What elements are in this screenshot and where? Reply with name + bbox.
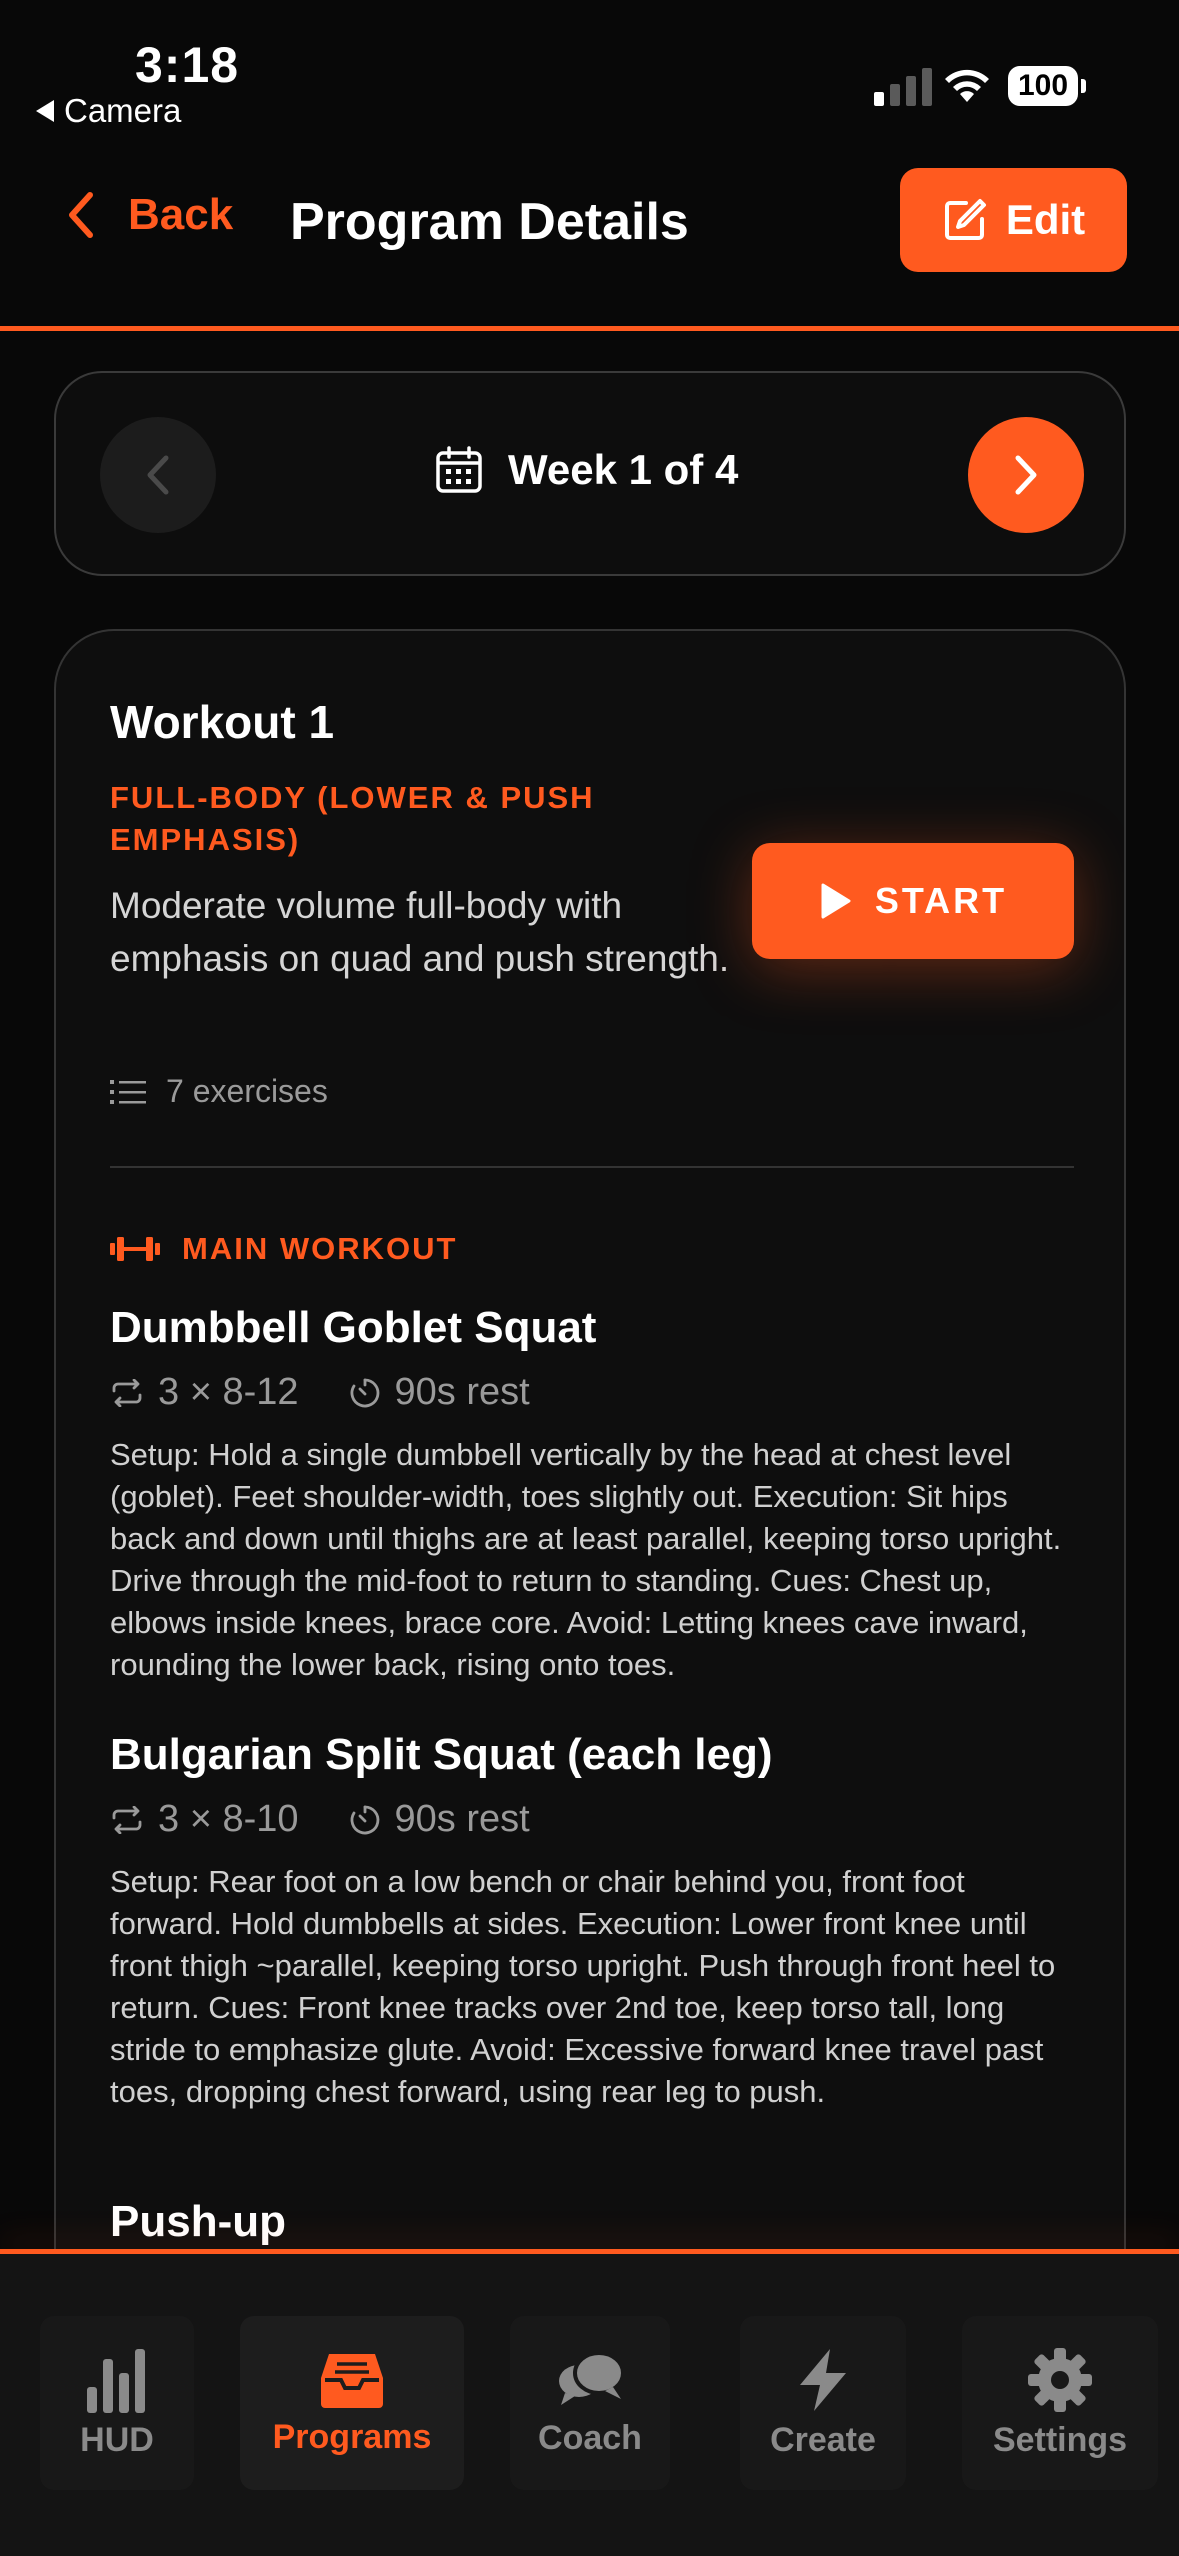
exercise-name: Dumbbell Goblet Squat [110, 1303, 597, 1352]
nav-item-settings[interactable]: Settings [962, 2316, 1158, 2490]
nav-label: HUD [80, 2420, 154, 2459]
nav-label: Settings [992, 2420, 1128, 2459]
exercise-item[interactable]: Bulgarian Split Squat (each leg) 3 × 8-1… [110, 1730, 1070, 2113]
start-workout-button[interactable]: START [752, 843, 1074, 959]
edit-label: Edit [1005, 196, 1086, 243]
chat-bubbles-icon [559, 2350, 625, 2405]
exercise-name: Push-up [110, 2197, 286, 2246]
lightning-icon [800, 2348, 846, 2411]
app-header: Back Program Details Edit [0, 140, 1179, 330]
workout-card: Workout 1 FULL-BODY (LOWER & PUSH EMPHAS… [54, 629, 1126, 2329]
nav-item-hud[interactable]: HUD [40, 2316, 194, 2490]
exercise-count-label: 7 exercises [166, 1073, 328, 1109]
back-app-label: Camera [64, 92, 182, 129]
exercise-sets: 3 × 8-12 [158, 1371, 299, 1413]
back-to-app-link[interactable]: Camera [36, 92, 181, 130]
nav-label: Create [770, 2420, 876, 2459]
timer-icon [350, 1378, 379, 1407]
bar-chart-icon [87, 2348, 145, 2413]
list-icon [110, 1079, 146, 1104]
next-week-button[interactable] [968, 417, 1084, 533]
bottom-nav: HUD Programs Coach Create Settings [0, 2254, 1179, 2556]
start-label: START [874, 880, 1008, 921]
exercise-count: 7 exercises [110, 1073, 328, 1110]
status-time: 3:18 [135, 37, 240, 93]
inbox-tray-icon [321, 2353, 383, 2408]
play-icon [821, 883, 851, 919]
workout-type: FULL-BODY (LOWER & PUSH EMPHASIS) [110, 780, 595, 857]
gear-icon [1028, 2347, 1092, 2412]
workout-description: Moderate volume full-body with emphasis … [110, 885, 730, 979]
section-label: MAIN WORKOUT [182, 1231, 458, 1266]
exercise-instructions: Setup: Rear foot on a low bench or chair… [110, 1864, 1056, 2109]
workout-title: Workout 1 [110, 696, 335, 748]
battery-indicator: 100 [1008, 66, 1086, 106]
chevron-left-icon [147, 455, 169, 495]
exercise-instructions: Setup: Hold a single dumbbell vertically… [110, 1437, 1062, 1682]
wifi-icon [945, 69, 989, 102]
status-bar: 3:18 Camera 100 [0, 0, 1179, 140]
edit-button[interactable]: Edit [900, 168, 1127, 272]
exercise-name: Bulgarian Split Squat (each leg) [110, 1730, 773, 1779]
edit-icon [944, 199, 986, 240]
nav-item-coach[interactable]: Coach [510, 2316, 670, 2490]
chevron-left-icon [69, 192, 93, 238]
timer-icon [350, 1805, 379, 1834]
header-divider [0, 326, 1179, 331]
nav-item-create[interactable]: Create [740, 2316, 906, 2490]
exercise-sets: 3 × 8-10 [158, 1798, 299, 1840]
week-label-group: Week 1 of 4 [434, 445, 738, 495]
exercise-meta: 3 × 8-10 90s rest [110, 1798, 1070, 1841]
repeat-icon [112, 1805, 142, 1834]
exercise-meta: 3 × 8-12 90s rest [110, 1371, 1070, 1414]
nav-label: Programs [272, 2417, 432, 2456]
week-label: Week 1 of 4 [508, 446, 739, 493]
previous-week-button[interactable] [100, 417, 216, 533]
back-label: Back [128, 190, 234, 239]
exercise-item[interactable]: Dumbbell Goblet Squat 3 × 8-12 90s rest … [110, 1303, 1070, 1686]
calendar-icon [436, 446, 482, 493]
week-selector: Week 1 of 4 [54, 371, 1126, 576]
dumbbell-icon [110, 1237, 160, 1261]
repeat-icon [112, 1378, 142, 1407]
nav-label: Coach [538, 2418, 642, 2457]
back-triangle-icon [36, 100, 54, 122]
exercise-rest: 90s rest [394, 1371, 530, 1413]
section-header: MAIN WORKOUT [110, 1231, 457, 1267]
back-button[interactable]: Back [66, 190, 233, 240]
exercise-rest: 90s rest [394, 1798, 530, 1840]
page-title: Program Details [290, 193, 689, 251]
nav-item-programs[interactable]: Programs [240, 2316, 464, 2490]
section-divider [110, 1166, 1074, 1168]
cellular-signal-icon [874, 68, 932, 106]
exercise-item[interactable]: Push-up [110, 2197, 1070, 2247]
chevron-right-icon [1015, 455, 1037, 495]
